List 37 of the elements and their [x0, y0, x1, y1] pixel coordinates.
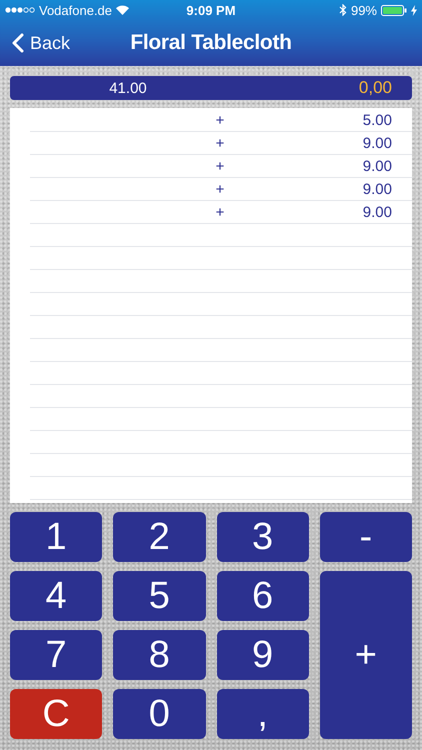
- digit-key[interactable]: 0: [113, 689, 206, 739]
- plus-key[interactable]: +: [320, 571, 412, 739]
- digit-key[interactable]: 2: [113, 512, 206, 562]
- back-button[interactable]: Back: [12, 32, 70, 54]
- carrier-name: Vodafone.de: [39, 2, 112, 18]
- chevron-left-icon: [12, 33, 24, 53]
- digit-key[interactable]: 5: [113, 571, 206, 621]
- digit-key[interactable]: 4: [10, 571, 102, 621]
- wifi-icon: [116, 5, 130, 15]
- charging-icon: [411, 4, 417, 16]
- running-total: 41.00: [109, 80, 147, 96]
- digit-key[interactable]: 6: [216, 571, 309, 621]
- decimal-key[interactable]: ,: [216, 689, 309, 739]
- amount-value: 9.00: [362, 135, 392, 152]
- digit-key[interactable]: 8: [113, 630, 206, 680]
- amount-value: 5.00: [362, 112, 392, 129]
- screen-title: Floral Tablecloth: [130, 31, 292, 54]
- clock-time: 9:09 PM: [186, 2, 236, 18]
- amount-value: 9.00: [362, 204, 392, 221]
- amount-value: 9.00: [362, 158, 392, 175]
- clear-key[interactable]: C: [10, 689, 102, 739]
- battery-percentage: 99%: [350, 2, 377, 18]
- digit-key[interactable]: 9: [216, 630, 309, 680]
- digit-key[interactable]: 1: [10, 512, 102, 562]
- digit-key[interactable]: 7: [10, 630, 102, 680]
- input-value: 0,00: [358, 78, 392, 98]
- operator-sign: +: [216, 204, 224, 221]
- operator-sign: +: [216, 158, 224, 175]
- signal-icon: [5, 7, 35, 13]
- operator-sign: +: [216, 112, 224, 129]
- bluetooth-icon: [338, 4, 347, 16]
- digit-key[interactable]: 3: [216, 512, 309, 562]
- battery-icon: [381, 4, 407, 16]
- operator-sign: +: [216, 135, 224, 152]
- minus-key[interactable]: -: [320, 512, 412, 562]
- operator-sign: +: [216, 181, 224, 198]
- amount-value: 9.00: [362, 181, 392, 198]
